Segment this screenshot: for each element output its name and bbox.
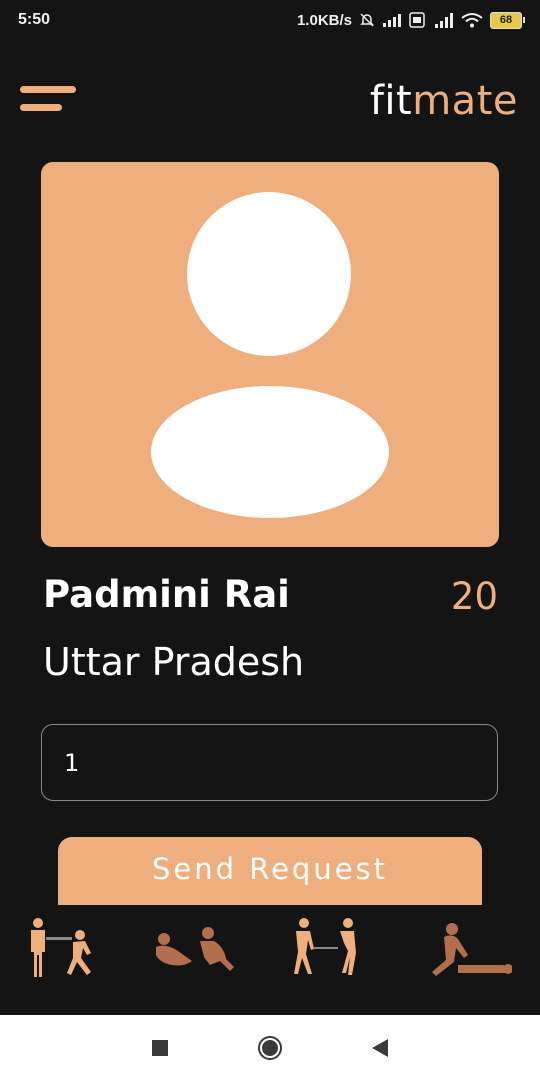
wifi-icon [461, 13, 483, 28]
home-circle-icon[interactable] [257, 1035, 283, 1061]
system-nav-bar [0, 1015, 540, 1080]
menu-icon[interactable] [20, 86, 76, 116]
status-icons: 1.0KB/s 68 [296, 11, 525, 29]
partner-situp-icon[interactable] [148, 915, 238, 985]
partner-carry-icon[interactable] [18, 915, 108, 985]
request-count-input[interactable] [41, 724, 498, 801]
partner-massage-icon[interactable] [422, 915, 512, 985]
status-bar: 5:50 1.0KB/s 68 [0, 0, 540, 40]
exercise-icon-bar [0, 905, 540, 1015]
partner-stretch-icon[interactable] [280, 915, 370, 985]
send-request-button[interactable]: Send Request [58, 837, 482, 905]
profile-age: 20 [450, 575, 498, 618]
status-time: 5:50 [18, 11, 51, 28]
avatar-body-icon [151, 386, 389, 518]
avatar-head-icon [187, 192, 351, 356]
signal-4g-icon [435, 13, 453, 28]
back-triangle-icon[interactable] [371, 1038, 389, 1058]
network-speed: 1.0KB/s [296, 11, 352, 29]
app-logo: fitmate [369, 78, 518, 124]
volte-icon [409, 12, 425, 28]
battery-icon: 68 [490, 11, 525, 29]
recents-square-icon[interactable] [151, 1039, 169, 1057]
mute-bell-icon [360, 13, 374, 27]
profile-location: Uttar Pradesh [43, 640, 305, 684]
signal-icon [383, 14, 401, 27]
profile-name: Padmini Rai [43, 573, 290, 616]
profile-photo [41, 162, 499, 547]
